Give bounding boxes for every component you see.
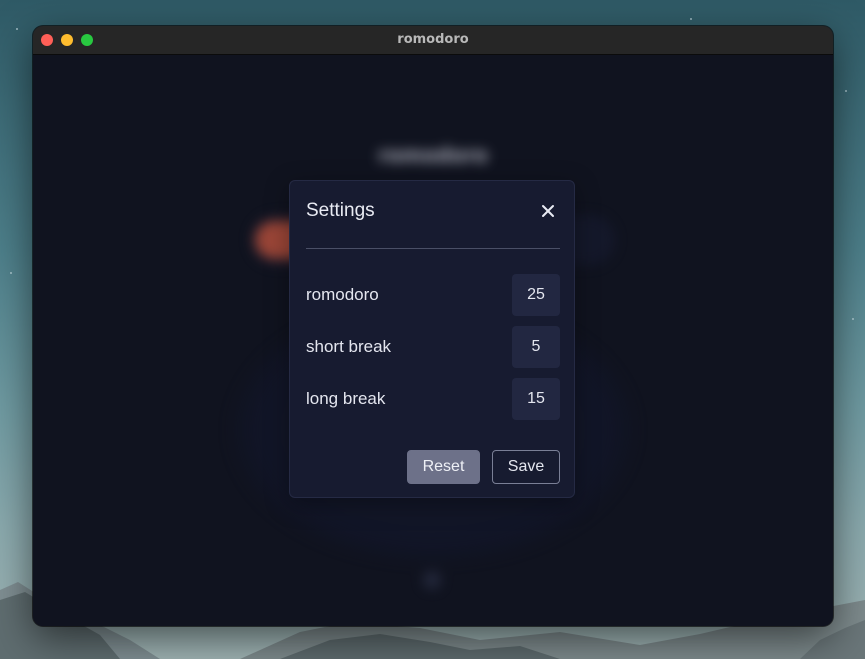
title-bar[interactable]: romodoro bbox=[33, 26, 833, 55]
app-heading: romodoro bbox=[378, 143, 488, 167]
settings-modal: Settings romodoro short break bbox=[289, 180, 575, 498]
setting-row-short-break: short break bbox=[306, 326, 560, 368]
short-break-duration-input[interactable] bbox=[512, 326, 560, 368]
settings-title: Settings bbox=[306, 200, 375, 221]
star bbox=[690, 18, 692, 20]
setting-row-long-break: long break bbox=[306, 378, 560, 420]
setting-label: romodoro bbox=[306, 285, 379, 304]
star bbox=[16, 28, 18, 30]
setting-label: long break bbox=[306, 389, 386, 408]
window-title: romodoro bbox=[397, 32, 469, 47]
star bbox=[852, 318, 854, 320]
app-content: romodoro Settings romodoro 25 short brea… bbox=[33, 55, 833, 626]
romodoro-duration-input[interactable] bbox=[512, 274, 560, 316]
setting-label: short break bbox=[306, 337, 392, 356]
setting-row-romodoro: romodoro bbox=[306, 274, 560, 316]
desktop: romodoro romodoro Settings romodoro 25 s… bbox=[0, 0, 865, 659]
close-icon bbox=[542, 205, 554, 217]
settings-gear-icon bbox=[423, 571, 441, 589]
app-window: romodoro romodoro Settings romodoro 25 s… bbox=[33, 26, 833, 626]
reset-button[interactable]: Reset bbox=[407, 450, 480, 484]
settings-divider bbox=[306, 248, 560, 249]
long-break-duration-input[interactable] bbox=[512, 378, 560, 420]
save-button[interactable]: Save bbox=[492, 450, 560, 484]
star bbox=[10, 272, 12, 274]
star bbox=[845, 90, 847, 92]
close-button[interactable] bbox=[538, 201, 558, 221]
